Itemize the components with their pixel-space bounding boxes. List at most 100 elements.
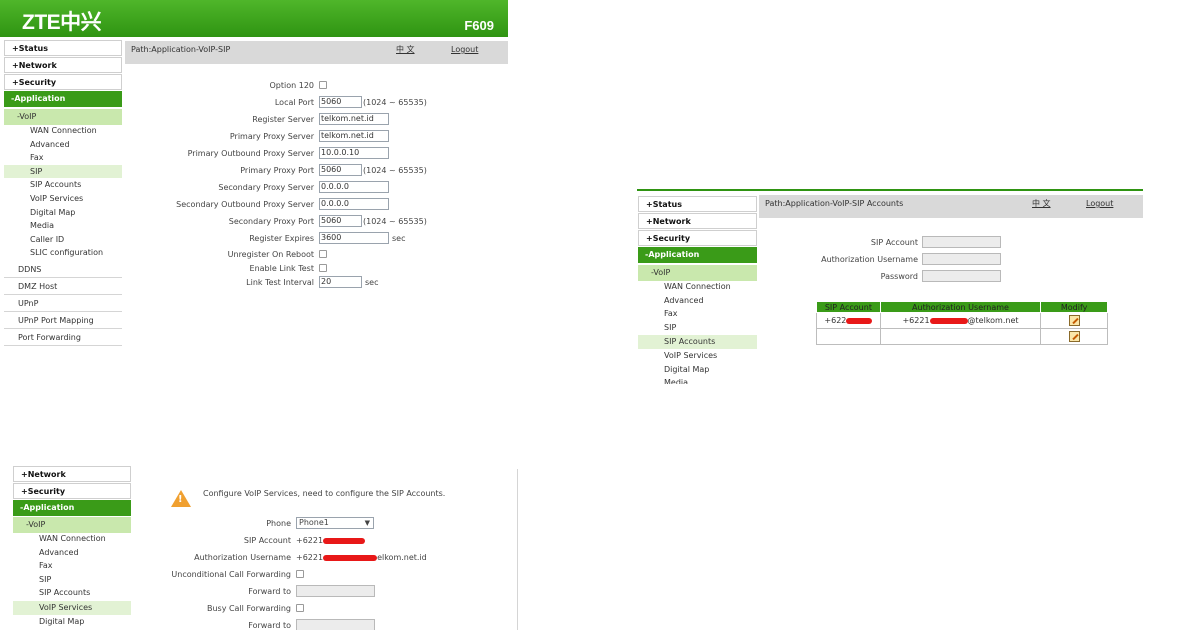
nav-network[interactable]: +Network — [13, 466, 131, 482]
nav-network[interactable]: +Network — [638, 213, 757, 229]
option120-checkbox[interactable] — [319, 81, 327, 89]
row-local-port: Local Port 5060 (1024 ~ 65535) — [0, 96, 508, 109]
col-sip-account: SIP Account — [816, 301, 881, 313]
local-port-range: (1024 ~ 65535) — [363, 98, 427, 107]
sip-account-label: SIP Account — [243, 536, 291, 545]
uncond-forward-checkbox[interactable] — [296, 570, 304, 578]
auth-prefix: +6221 — [902, 316, 930, 325]
zte-logo: ZTE中兴 — [22, 11, 102, 34]
register-expires-unit: sec — [392, 234, 406, 243]
row-forward-to: Forward to — [13, 585, 518, 598]
link-test-interval-input[interactable]: 20 — [319, 276, 362, 288]
cell-auth-username: +6221 @telkom.net — [879, 312, 1042, 329]
row-primary-proxy-port: Primary Proxy Port 5060 (1024 ~ 65535) — [0, 164, 508, 177]
sip-account-value: +622 — [824, 316, 847, 325]
unregister-on-reboot-checkbox[interactable] — [319, 250, 327, 258]
primary-proxy-server-label: Primary Proxy Server — [229, 132, 314, 141]
redaction-mark — [323, 537, 366, 544]
forward-to-2-label: Forward to — [248, 621, 291, 630]
row-sip-account: SIP Account — [637, 236, 1143, 249]
busy-forward-label: Busy Call Forwarding — [206, 604, 291, 613]
nav-sip-accounts[interactable]: SIP Accounts — [638, 335, 757, 349]
auth-username-label: Authorization Username — [194, 553, 291, 562]
nav-voip-services[interactable]: VoIP Services — [638, 349, 757, 363]
row-register-expires: Register Expires 3600 sec — [0, 232, 508, 245]
nav-status[interactable]: +Status — [638, 196, 757, 212]
nav-advanced[interactable]: Advanced — [638, 294, 757, 308]
primary-outbound-input[interactable]: 10.0.0.10 — [319, 147, 389, 159]
row-secondary-proxy-port: Secondary Proxy Port 5060 (1024 ~ 65535) — [0, 215, 508, 228]
nav-status[interactable]: +Status — [4, 40, 122, 56]
enable-link-test-label: Enable Link Test — [249, 264, 314, 273]
primary-proxy-server-input[interactable]: telkom.net.id — [319, 130, 389, 142]
nav-upnp-port-mapping[interactable]: UPnP Port Mapping — [4, 313, 122, 329]
row-primary-proxy-server: Primary Proxy Server telkom.net.id — [0, 130, 508, 143]
secondary-proxy-server-input[interactable]: 0.0.0.0 — [319, 181, 389, 193]
auth-username-input[interactable] — [922, 253, 1001, 265]
row-uncond-forward: Unconditional Call Forwarding — [13, 568, 518, 581]
nav-network[interactable]: +Network — [4, 57, 122, 73]
primary-proxy-port-label: Primary Proxy Port — [240, 166, 314, 175]
redaction-mark — [846, 317, 873, 324]
password-label: Password — [880, 272, 918, 281]
auth-username-value: +6221 elkom.net.id — [296, 551, 427, 564]
nav-fax[interactable]: Fax — [638, 307, 757, 321]
link-test-interval-unit: sec — [365, 278, 379, 287]
enable-link-test-checkbox[interactable] — [319, 264, 327, 272]
nav-sip[interactable]: SIP — [638, 321, 757, 335]
col-auth-username: Authorization Username — [879, 301, 1042, 313]
local-port-input[interactable]: 5060 — [319, 96, 362, 108]
row-sip-account: SIP Account +6221 — [13, 534, 518, 547]
auth-username-suffix: elkom.net.id — [377, 553, 427, 562]
sip-accounts-table: SIP Account Authorization Username Modif… — [816, 301, 1108, 345]
sip-account-input[interactable] — [922, 236, 1001, 248]
row-option120: Option 120 — [0, 79, 508, 92]
edit-icon[interactable] — [1068, 315, 1080, 326]
language-link[interactable]: 中 文 — [396, 41, 415, 58]
path-bar-2: Path:Application-VoIP-SIP Accounts 中 文 L… — [759, 195, 1143, 218]
model-label: F609 — [464, 18, 494, 33]
nav-media[interactable]: Media — [638, 376, 757, 384]
secondary-outbound-label: Secondary Outbound Proxy Server — [176, 200, 314, 209]
auth-username-label: Authorization Username — [821, 255, 918, 264]
cell-auth-username — [879, 328, 1042, 345]
password-input[interactable] — [922, 270, 1001, 282]
secondary-outbound-input[interactable]: 0.0.0.0 — [319, 198, 389, 210]
register-server-input[interactable]: telkom.net.id — [319, 113, 389, 125]
sip-config-panel: ZTE中兴 F609 +Status +Network +Security -A… — [0, 0, 508, 346]
nav-application[interactable]: -Application — [13, 500, 131, 516]
path-bar: Path:Application-VoIP-SIP 中 文 Logout — [125, 41, 508, 64]
sip-accounts-panel: +Status +Network +Security -Application … — [637, 189, 1143, 384]
forward-to-label: Forward to — [248, 587, 291, 596]
busy-forward-checkbox[interactable] — [296, 604, 304, 612]
language-link[interactable]: 中 文 — [1032, 195, 1051, 212]
register-expires-input[interactable]: 3600 — [319, 232, 389, 244]
nav-port-forwarding[interactable]: Port Forwarding — [4, 330, 122, 346]
row-busy-forward: Busy Call Forwarding — [13, 602, 518, 615]
logout-link[interactable]: Logout — [451, 41, 478, 58]
col-modify: Modify — [1040, 301, 1108, 313]
forward-to-input[interactable] — [296, 585, 375, 597]
register-server-label: Register Server — [252, 115, 314, 124]
auth-suffix: @telkom.net — [967, 316, 1019, 325]
logout-link[interactable]: Logout — [1086, 195, 1113, 212]
forward-to-2-input[interactable] — [296, 619, 375, 630]
nav-security[interactable]: +Security — [13, 483, 131, 499]
redaction-mark — [929, 317, 968, 324]
edit-icon[interactable] — [1068, 331, 1080, 342]
row-unregister-on-reboot: Unregister On Reboot — [0, 248, 508, 261]
row-secondary-proxy-server: Secondary Proxy Server 0.0.0.0 — [0, 181, 508, 194]
voip-services-panel: +Network +Security -Application -VoIP WA… — [13, 466, 518, 630]
secondary-proxy-port-input[interactable]: 5060 — [319, 215, 362, 227]
phone-select[interactable]: Phone1 ▼ — [296, 517, 374, 529]
row-enable-link-test: Enable Link Test — [0, 262, 508, 275]
primary-proxy-port-input[interactable]: 5060 — [319, 164, 362, 176]
nav-upnp[interactable]: UPnP — [4, 296, 122, 312]
brand-header: ZTE中兴 F609 — [0, 0, 508, 37]
link-test-interval-label: Link Test Interval — [246, 278, 314, 287]
row-secondary-outbound: Secondary Outbound Proxy Server 0.0.0.0 — [0, 198, 508, 211]
cell-modify — [1040, 312, 1108, 329]
warning-exclamation: ! — [178, 494, 183, 505]
nav-digital-map[interactable]: Digital Map — [638, 363, 757, 377]
primary-outbound-label: Primary Outbound Proxy Server — [187, 149, 314, 158]
